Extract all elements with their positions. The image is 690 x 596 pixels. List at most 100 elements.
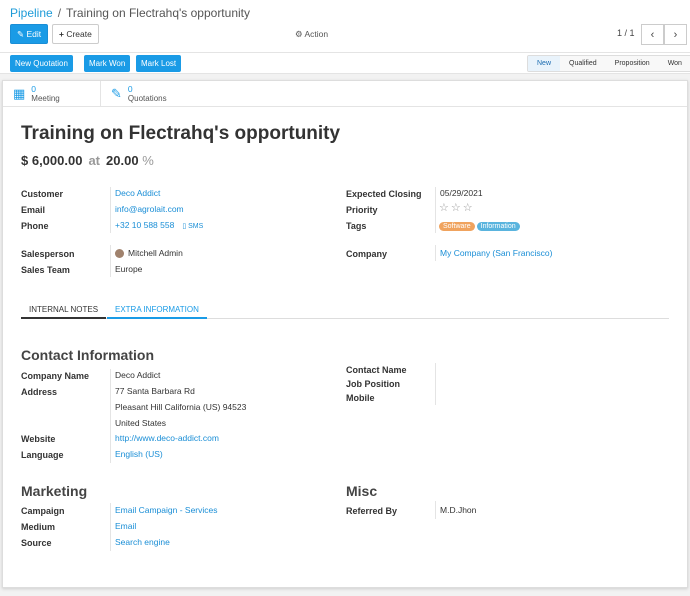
- divider: [435, 363, 436, 405]
- plus-icon: +: [59, 29, 67, 39]
- divider: [435, 187, 436, 233]
- company-link[interactable]: My Company (San Francisco): [440, 248, 552, 258]
- stage-won[interactable]: Won: [659, 56, 690, 71]
- job-position-label: Job Position: [346, 379, 400, 389]
- divider: [110, 187, 111, 233]
- expected-closing-value[interactable]: 05/29/2021: [440, 188, 483, 198]
- sales-team-label: Sales Team: [21, 265, 70, 275]
- expected-revenue: $ 6,000.00 at 20.00 %: [21, 153, 154, 168]
- divider: [435, 501, 436, 519]
- referred-by-label: Referred By: [346, 506, 398, 516]
- referred-by-value[interactable]: M.D.Jhon: [440, 505, 476, 515]
- tab-internal-notes[interactable]: INTERNAL NOTES: [21, 301, 107, 319]
- new-quotation-button[interactable]: New Quotation: [10, 55, 73, 72]
- breadcrumb-pipeline[interactable]: Pipeline: [10, 6, 53, 20]
- website-link[interactable]: http://www.deco-addict.com: [115, 433, 219, 443]
- address-street[interactable]: 77 Santa Barbara Rd: [115, 386, 195, 396]
- action-label: Action: [304, 29, 329, 39]
- divider: [110, 503, 111, 551]
- divider: [435, 245, 436, 261]
- address-label: Address: [21, 387, 58, 397]
- mark-won-button[interactable]: Mark Won: [84, 55, 131, 72]
- star-icon[interactable]: ☆: [463, 202, 473, 214]
- quotations-count: 0: [127, 83, 133, 94]
- probability-value: 20.00: [106, 153, 139, 168]
- stage-proposition[interactable]: Proposition: [606, 56, 659, 71]
- edit-button[interactable]: ✎ Edit: [10, 24, 49, 44]
- sms-label: SMS: [188, 223, 204, 230]
- divider: [110, 431, 111, 463]
- tags-label: Tags: [346, 221, 367, 231]
- customer-link[interactable]: Deco Addict: [115, 188, 160, 198]
- breadcrumb: Pipeline / Training on Flectrahq's opportu…: [10, 6, 250, 20]
- sms-button[interactable]: ▯ SMS: [182, 223, 203, 230]
- language-value[interactable]: English (US): [115, 449, 163, 459]
- tag-badge[interactable]: Software: [439, 222, 475, 231]
- control-panel: Pipeline / Training on Flectrahq's opportu…: [0, 0, 690, 52]
- priority-stars: ☆ ☆ ☆: [439, 201, 475, 214]
- edit-icon: ✎: [111, 86, 122, 101]
- mobile-label: Mobile: [346, 393, 375, 403]
- breadcrumb-separator: /: [57, 6, 62, 20]
- quotations-smart-button[interactable]: ✎ 0 Quotations: [111, 81, 221, 107]
- email-label: Email: [21, 205, 46, 215]
- source-label: Source: [21, 538, 52, 548]
- contact-information-heading: Contact Information: [21, 347, 154, 363]
- phone-field[interactable]: +32 10 588 558 ▯ SMS: [115, 220, 203, 230]
- priority-label: Priority: [346, 205, 378, 215]
- revenue-value: $ 6,000.00: [21, 153, 83, 168]
- breadcrumb-current: Training on Flectrahq's opportunity: [66, 6, 250, 20]
- salesperson-label: Salesperson: [21, 249, 75, 259]
- marketing-heading: Marketing: [21, 483, 88, 499]
- pencil-icon: ✎: [17, 28, 27, 39]
- salesperson-value: Mitchell Admin: [128, 248, 183, 258]
- tags-field[interactable]: Software Information: [439, 220, 522, 231]
- create-button[interactable]: + Create: [52, 24, 99, 44]
- star-icon[interactable]: ☆: [451, 202, 461, 214]
- chevron-left-icon: ‹: [650, 28, 655, 41]
- address-city[interactable]: Pleasant Hill California (US) 94523: [115, 402, 246, 412]
- expected-closing-label: Expected Closing: [346, 189, 422, 199]
- percent-sign: %: [142, 153, 154, 168]
- website-label: Website: [21, 434, 56, 444]
- stage-new[interactable]: New: [528, 56, 561, 71]
- stage-qualified[interactable]: Qualified: [560, 56, 606, 71]
- chevron-right-icon: ›: [673, 28, 678, 41]
- medium-link[interactable]: Email: [115, 521, 136, 531]
- action-menu[interactable]: ⚙ Action: [295, 29, 328, 40]
- company-label: Company: [346, 249, 388, 259]
- mark-lost-button[interactable]: Mark Lost: [136, 55, 182, 72]
- star-icon[interactable]: ☆: [439, 202, 449, 214]
- tab-extra-information[interactable]: EXTRA INFORMATION: [107, 301, 207, 319]
- meeting-count: 0: [31, 83, 37, 94]
- salesperson-field[interactable]: Mitchell Admin: [115, 248, 183, 259]
- stage-selector: New Qualified Proposition Won: [527, 55, 690, 72]
- tag-badge[interactable]: Information: [476, 222, 520, 231]
- sales-team-value[interactable]: Europe: [115, 264, 142, 274]
- gear-icon: ⚙: [295, 29, 305, 39]
- address-country[interactable]: United States: [115, 418, 166, 428]
- company-name-value[interactable]: Deco Addict: [115, 370, 160, 380]
- form-sheet: ▦ 0 Meeting ✎ 0 Quotations Training on Fle…: [2, 80, 688, 588]
- email-link[interactable]: info@agrolait.com: [115, 204, 184, 214]
- notebook-tabs: INTERNAL NOTES EXTRA INFORMATION: [21, 301, 669, 319]
- pager-value: 1 / 1: [617, 28, 635, 38]
- pager-next-button[interactable]: ›: [664, 24, 687, 45]
- language-label: Language: [21, 450, 64, 460]
- customer-label: Customer: [21, 189, 64, 199]
- status-bar: New Quotation Mark Won Mark Lost New Qua…: [0, 52, 690, 74]
- misc-heading: Misc: [346, 483, 378, 499]
- edit-label: Edit: [26, 29, 42, 39]
- campaign-link[interactable]: Email Campaign - Services: [115, 505, 218, 515]
- quotations-label: Quotations: [127, 93, 167, 103]
- campaign-label: Campaign: [21, 506, 65, 516]
- pager-previous-button[interactable]: ‹: [641, 24, 664, 45]
- avatar: [115, 249, 124, 259]
- phone-value: +32 10 588 558: [115, 220, 175, 230]
- meeting-smart-button[interactable]: ▦ 0 Meeting: [13, 81, 101, 107]
- at-label: at: [88, 153, 101, 168]
- source-link[interactable]: Search engine: [115, 537, 170, 547]
- opportunity-title: Training on Flectrahq's opportunity: [21, 123, 341, 144]
- company-name-label: Company Name: [21, 371, 90, 381]
- medium-label: Medium: [21, 522, 56, 532]
